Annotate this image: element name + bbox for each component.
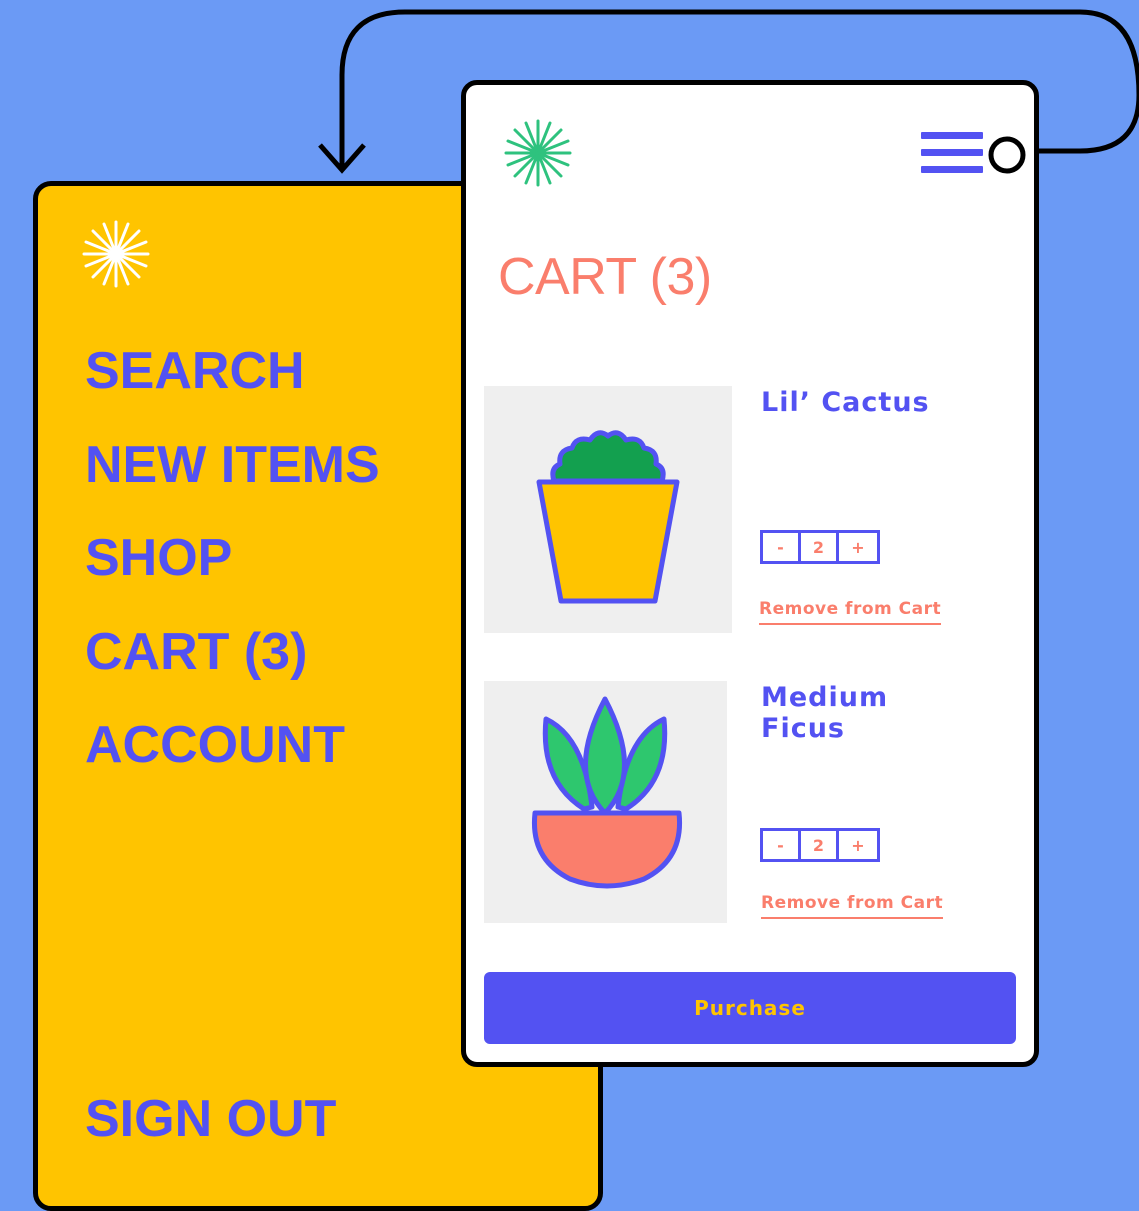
quantity-value: 2	[801, 831, 839, 859]
sparkle-icon	[504, 119, 572, 187]
quantity-stepper: - 2 +	[760, 828, 880, 862]
menu-item-account[interactable]: ACCOUNT	[85, 719, 345, 771]
menu-item-cart[interactable]: CART (3)	[85, 626, 307, 678]
menu-item-new-items[interactable]: NEW ITEMS	[85, 439, 380, 491]
cart-title: CART (3)	[498, 248, 712, 306]
ficus-pot-icon	[531, 696, 683, 889]
decrement-button[interactable]: -	[763, 533, 801, 561]
increment-button[interactable]: +	[839, 533, 877, 561]
increment-button[interactable]: +	[839, 831, 877, 859]
cactus-pot-icon	[536, 430, 680, 604]
product-name: Lil’ Cactus	[761, 387, 930, 418]
quantity-stepper: - 2 +	[760, 530, 880, 564]
connector-node-icon	[988, 136, 1026, 174]
purchase-button[interactable]: Purchase	[484, 972, 1016, 1044]
decrement-button[interactable]: -	[763, 831, 801, 859]
quantity-value: 2	[801, 533, 839, 561]
sparkle-icon	[82, 220, 150, 288]
product-image-cactus[interactable]	[484, 386, 732, 633]
menu-item-search[interactable]: SEARCH	[85, 345, 305, 397]
sign-out-button[interactable]: SIGN OUT	[85, 1093, 336, 1145]
remove-from-cart-link[interactable]: Remove from Cart	[761, 895, 944, 919]
hamburger-icon[interactable]	[921, 132, 983, 178]
product-name: Medium Ficus	[761, 682, 889, 744]
remove-from-cart-link[interactable]: Remove from Cart	[759, 601, 942, 625]
product-image-ficus[interactable]	[484, 681, 727, 923]
cart-panel: CART (3) Lil’ Cactus - 2 + Remove from C…	[461, 80, 1039, 1067]
menu-item-shop[interactable]: SHOP	[85, 532, 232, 584]
